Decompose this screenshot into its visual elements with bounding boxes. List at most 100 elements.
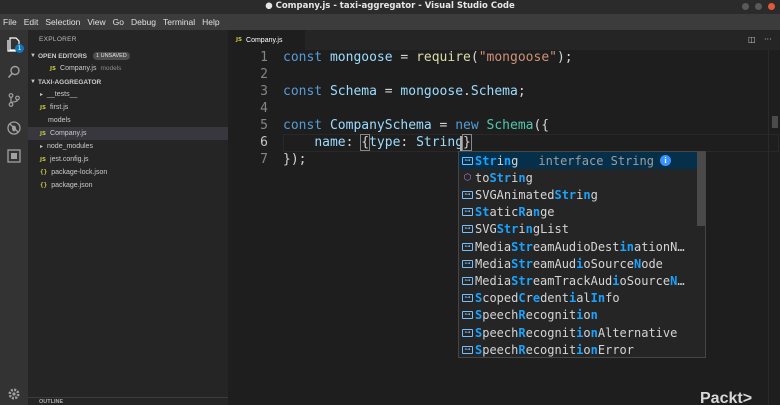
tree-item-package-json[interactable]: {} package.json [28,179,228,192]
interface-icon: ⊶ [462,156,473,165]
js-file-icon: JS [40,130,47,137]
outline-title: OUTLINE [39,399,64,405]
code-line-7[interactable]: }); [283,152,306,167]
explorer-button[interactable]: 1 [0,32,28,56]
suggestion-item[interactable]: ⊶ MediaStreamAudioSourceNode [459,255,697,272]
suggestion-item[interactable]: ⊶ ScopedCredentialInfo [459,290,697,307]
menu-selection[interactable]: Selection [45,17,80,27]
line-number: 1 [260,50,268,65]
source-control-icon [8,93,20,107]
line-number: 2 [260,67,268,82]
outline-section[interactable]: OUTLINE [28,397,228,405]
suggestion-item[interactable]: ⊶ SpeechRecognition [459,307,697,324]
suggest-scrollbar[interactable] [697,152,705,226]
interface-icon: ⊶ [462,208,473,217]
extensions-button[interactable] [0,144,28,168]
menu-view[interactable]: View [87,17,105,27]
chevron-right-icon: ▸ [40,92,44,98]
interface-icon: ⊶ [462,345,473,354]
interface-icon: ⊶ [462,294,473,303]
js-file-icon: JS [40,104,47,111]
js-file-icon: JS [50,65,57,72]
suggestion-item[interactable]: ⊶ SpeechRecognitionAlternative [459,324,697,341]
chevron-right-icon: ▸ [40,144,44,150]
suggestion-item[interactable]: ⬡ toString [459,169,697,186]
search-icon [7,65,20,79]
search-button[interactable] [0,60,28,84]
text-cursor [460,136,462,151]
interface-icon: ⊶ [462,259,473,268]
tree-item-label: Company.js [50,130,87,137]
tree-item-label: __tests__ [47,91,78,98]
project-section[interactable]: ▼ TAXI-AGGREGATOR [28,76,228,88]
extensions-icon [7,149,21,163]
open-editors-section[interactable]: ▼ OPEN EDITORS 1 UNSAVED [28,50,228,62]
suggestion-item[interactable]: ⊶ MediaStreamAudioDestinationN… [459,238,697,255]
line-number: 3 [260,84,268,99]
sidebar-title: EXPLORER [39,36,77,43]
tree-item-tests[interactable]: ▸ __tests__ [28,88,228,101]
line-number: 5 [260,118,268,133]
interface-icon: ⊶ [462,276,473,285]
menu-bar: File Edit Selection View Go Debug Termin… [0,14,780,30]
scrollbar-slider[interactable] [772,116,778,128]
tree-item-label: package-lock.json [51,169,108,176]
json-file-icon: {} [40,169,48,176]
manage-button[interactable] [0,382,28,405]
open-editor-folder: models [100,65,122,72]
tree-item-label: models [48,117,71,124]
suggestion-item[interactable]: ⊶ SVGAnimatedString [459,186,697,203]
tab-label: Company.js [246,36,283,44]
gear-icon [8,388,20,400]
suggestion-item[interactable]: ⊶ MediaStreamTrackAudioSourceN… [459,272,697,289]
explorer-sidebar: EXPLORER ▼ OPEN EDITORS 1 UNSAVED JS Com… [28,30,228,405]
suggestion-detail: interface String [538,153,654,168]
js-file-icon: JS [236,37,243,43]
suggestion-item[interactable]: ⊶ SVGStringList [459,221,697,238]
suggest-widget[interactable]: ⊶ String interface String i ⬡ toString ⊶… [458,151,706,358]
split-editor-icon[interactable]: ◫ [748,35,756,44]
tree-item-jest-config[interactable]: JS jest.config.js [28,153,228,166]
code-line-5[interactable]: const CompanySchema = new Schema({ [283,118,549,133]
debug-button[interactable] [0,116,28,140]
code-line-3[interactable]: const Schema = mongoose.Schema; [283,84,526,99]
menu-terminal[interactable]: Terminal [163,17,195,27]
packt-watermark: Packt> [700,390,753,405]
menu-debug[interactable]: Debug [131,17,156,27]
interface-icon: ⊶ [462,242,473,251]
open-editors-title: OPEN EDITORS [38,52,88,60]
tab-company-js[interactable]: JS Company.js [228,30,305,50]
tree-item-first-js[interactable]: JS first.js [28,101,228,114]
suggestion-item[interactable]: ⊶ StaticRange [459,204,697,221]
suggestion-item[interactable]: ⊶ String interface String i [459,152,697,170]
chevron-down-icon: ▼ [30,79,36,85]
window-title: ● Company.js - taxi-aggregator - Visual … [265,1,515,11]
interface-icon: ⊶ [462,311,473,320]
suggestion-item[interactable]: ⊶ SpeechRecognitionError [459,341,697,358]
tree-item-package-lock[interactable]: {} package-lock.json [28,166,228,179]
tree-item-label: node_modules [47,143,93,150]
menu-edit[interactable]: Edit [24,17,39,27]
tree-item-company-js[interactable]: JS Company.js [28,127,228,140]
line-number: 4 [260,101,268,116]
interface-icon: ⊶ [462,225,473,234]
unsaved-badge: 1 UNSAVED [93,52,130,60]
menu-help[interactable]: Help [202,17,219,27]
activity-bar: 1 [0,30,28,405]
tree-item-node-modules[interactable]: ▸ node_modules [28,140,228,153]
editor-scrollbar[interactable] [768,50,780,405]
more-actions-icon[interactable]: ··· [764,35,772,44]
editor-tab-bar: JS Company.js ◫ ··· [228,30,780,50]
method-icon: ⬡ [463,172,472,183]
source-control-button[interactable] [0,88,28,112]
tree-item-models[interactable]: models [28,114,228,127]
title-bar: ● Company.js - taxi-aggregator - Visual … [0,0,780,14]
line-number: 7 [260,152,268,167]
open-editor-item[interactable]: JS Company.js models [28,62,228,75]
info-icon[interactable]: i [659,155,671,167]
menu-file[interactable]: File [3,17,17,27]
code-line-1[interactable]: const mongoose = require("mongoose"); [283,50,573,65]
code-line-6[interactable]: name: {type: String} [283,134,472,151]
menu-go[interactable]: Go [113,17,124,27]
tree-item-label: jest.config.js [50,156,89,163]
